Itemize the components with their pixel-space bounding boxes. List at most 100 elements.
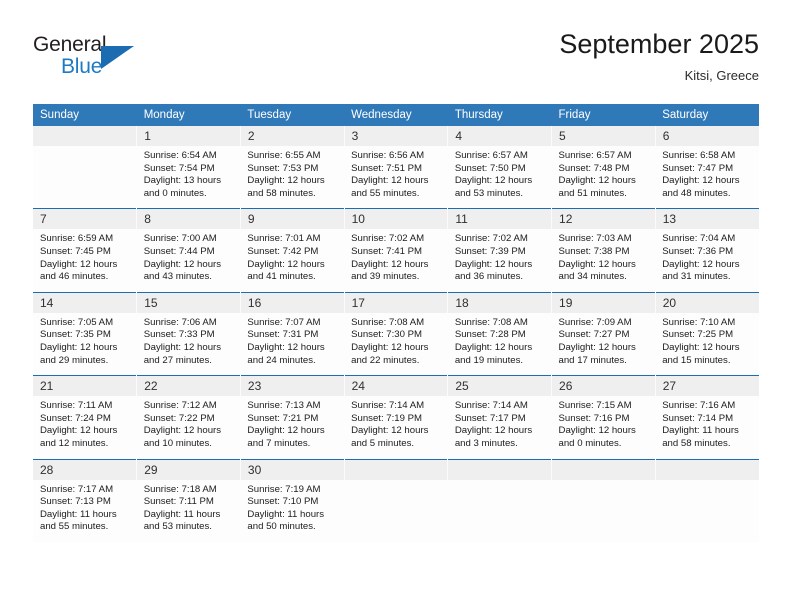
day-daylight1-text: Daylight: 13 hours xyxy=(143,175,222,187)
day-cell[interactable]: Sunrise: 7:17 AM Sunset: 7:13 PM Daylight:… xyxy=(33,479,137,542)
day-cell[interactable]: Sunrise: 7:18 AM Sunset: 7:11 PM Daylight:… xyxy=(136,479,241,542)
day-sunset-text: Sunset: 7:31 PM xyxy=(247,329,319,341)
day-number[interactable]: 3 xyxy=(344,126,449,146)
day-number[interactable]: 19 xyxy=(551,291,656,313)
day-cell[interactable]: Sunrise: 7:07 AM Sunset: 7:31 PM Daylight:… xyxy=(240,312,345,376)
day-cell[interactable]: Sunrise: 7:19 AM Sunset: 7:10 PM Daylight:… xyxy=(240,479,345,542)
day-cell[interactable]: Sunrise: 6:56 AM Sunset: 7:51 PM Daylight:… xyxy=(344,146,448,209)
day-cell[interactable]: Sunrise: 7:03 AM Sunset: 7:38 PM Daylight:… xyxy=(551,229,656,293)
week-info-row: Sunrise: 7:05 AM Sunset: 7:35 PM Daylight:… xyxy=(33,312,759,376)
day-number[interactable]: 29 xyxy=(136,458,241,480)
day-number[interactable]: 27 xyxy=(655,375,759,397)
day-number[interactable]: 10 xyxy=(344,208,449,230)
day-number[interactable]: 30 xyxy=(240,458,345,480)
day-number[interactable]: 25 xyxy=(447,375,553,397)
day-number[interactable]: 20 xyxy=(655,291,759,313)
day-daylight1-text: Daylight: 12 hours xyxy=(454,258,533,270)
day-number[interactable]: 4 xyxy=(447,126,553,146)
week-date-row: 28 29 30 xyxy=(33,458,759,480)
day-cell[interactable]: Sunrise: 6:59 AM Sunset: 7:45 PM Daylight:… xyxy=(33,229,137,293)
day-cell[interactable]: Sunrise: 6:54 AM Sunset: 7:54 PM Daylight:… xyxy=(136,146,241,209)
day-sunrise-text: Sunrise: 7:15 AM xyxy=(558,400,632,412)
day-cell[interactable]: Sunrise: 7:06 AM Sunset: 7:33 PM Daylight:… xyxy=(136,312,241,376)
week-date-row: 14 15 16 17 18 19 20 xyxy=(33,291,759,313)
day-cell[interactable]: Sunrise: 7:05 AM Sunset: 7:35 PM Daylight:… xyxy=(33,312,137,376)
day-sunset-text: Sunset: 7:16 PM xyxy=(558,412,630,424)
day-number[interactable]: 1 xyxy=(136,126,241,146)
day-number[interactable]: 14 xyxy=(33,291,138,313)
day-sunset-text: Sunset: 7:38 PM xyxy=(558,245,630,257)
day-cell[interactable]: Sunrise: 7:02 AM Sunset: 7:41 PM Daylight:… xyxy=(344,229,448,293)
day-number[interactable]: 28 xyxy=(33,458,138,480)
day-number[interactable]: 11 xyxy=(447,208,553,230)
title-block: September 2025 Kitsi, Greece xyxy=(559,28,759,84)
day-number[interactable]: 22 xyxy=(136,375,241,397)
day-sunset-text: Sunset: 7:33 PM xyxy=(143,329,215,341)
day-daylight2-text: and 31 minutes. xyxy=(662,271,731,283)
day-cell[interactable]: Sunrise: 7:00 AM Sunset: 7:44 PM Daylight:… xyxy=(136,229,241,293)
day-sunrise-text: Sunrise: 6:57 AM xyxy=(558,150,632,161)
day-cell[interactable]: Sunrise: 7:11 AM Sunset: 7:24 PM Daylight:… xyxy=(33,396,137,459)
day-cell[interactable]: Sunrise: 7:08 AM Sunset: 7:30 PM Daylight:… xyxy=(344,312,448,376)
day-cell[interactable]: Sunrise: 7:09 AM Sunset: 7:27 PM Daylight:… xyxy=(551,312,656,376)
day-cell xyxy=(551,479,656,542)
day-number[interactable]: 21 xyxy=(33,375,138,397)
weekday-header-tuesday: Tuesday xyxy=(240,104,345,126)
day-sunrise-text: Sunrise: 7:02 AM xyxy=(351,233,425,245)
page-title: September 2025 xyxy=(559,29,759,59)
day-sunrise-text: Sunrise: 6:57 AM xyxy=(454,150,528,161)
day-daylight1-text: Daylight: 12 hours xyxy=(247,425,325,437)
day-cell[interactable]: Sunrise: 7:08 AM Sunset: 7:28 PM Daylight:… xyxy=(447,312,552,376)
day-daylight2-text: and 58 minutes. xyxy=(247,187,316,199)
day-sunset-text: Sunset: 7:50 PM xyxy=(454,162,526,174)
calendar-table: Sunday Monday Tuesday Wednesday Thursday… xyxy=(33,104,759,542)
day-cell[interactable]: Sunrise: 6:57 AM Sunset: 7:50 PM Daylight:… xyxy=(447,146,552,209)
day-number[interactable]: 26 xyxy=(551,375,656,397)
day-number[interactable]: 2 xyxy=(240,126,345,146)
day-number[interactable]: 13 xyxy=(655,208,759,230)
day-cell[interactable]: Sunrise: 6:55 AM Sunset: 7:53 PM Daylight:… xyxy=(240,146,345,209)
day-daylight2-text: and 29 minutes. xyxy=(40,354,109,366)
day-number xyxy=(344,458,449,480)
day-number[interactable]: 5 xyxy=(551,126,656,146)
day-cell[interactable]: Sunrise: 6:58 AM Sunset: 7:47 PM Daylight:… xyxy=(655,146,759,209)
weekday-header-monday: Monday xyxy=(136,104,241,126)
day-cell[interactable]: Sunrise: 7:02 AM Sunset: 7:39 PM Daylight:… xyxy=(447,229,552,293)
weekday-header-wednesday: Wednesday xyxy=(344,104,448,126)
day-number xyxy=(33,126,138,146)
day-daylight2-text: and 0 minutes. xyxy=(143,187,207,199)
day-daylight2-text: and 7 minutes. xyxy=(247,437,311,449)
week-info-row: Sunrise: 7:17 AM Sunset: 7:13 PM Daylight:… xyxy=(33,479,759,542)
day-cell[interactable]: Sunrise: 7:16 AM Sunset: 7:14 PM Daylight:… xyxy=(655,396,759,459)
day-cell[interactable]: Sunrise: 7:14 AM Sunset: 7:19 PM Daylight:… xyxy=(344,396,448,459)
general-blue-logo[interactable]: General Blue xyxy=(33,33,173,89)
day-number[interactable]: 24 xyxy=(344,375,449,397)
day-sunset-text: Sunset: 7:21 PM xyxy=(247,412,319,424)
day-cell[interactable]: Sunrise: 7:15 AM Sunset: 7:16 PM Daylight:… xyxy=(551,396,656,459)
day-sunrise-text: Sunrise: 7:04 AM xyxy=(662,233,736,245)
day-cell[interactable]: Sunrise: 7:12 AM Sunset: 7:22 PM Daylight:… xyxy=(136,396,241,459)
day-cell[interactable]: Sunrise: 7:04 AM Sunset: 7:36 PM Daylight:… xyxy=(655,229,759,293)
day-number[interactable]: 18 xyxy=(447,291,553,313)
day-sunrise-text: Sunrise: 6:58 AM xyxy=(662,150,736,161)
day-cell[interactable]: Sunrise: 7:01 AM Sunset: 7:42 PM Daylight:… xyxy=(240,229,345,293)
day-daylight1-text: Daylight: 12 hours xyxy=(40,341,118,353)
day-number[interactable]: 16 xyxy=(240,291,345,313)
day-sunrise-text: Sunrise: 7:14 AM xyxy=(351,400,425,412)
day-number[interactable]: 7 xyxy=(33,208,138,230)
day-number[interactable]: 12 xyxy=(551,208,656,230)
day-number[interactable]: 23 xyxy=(240,375,345,397)
day-number[interactable]: 17 xyxy=(344,291,449,313)
day-sunrise-text: Sunrise: 7:19 AM xyxy=(247,483,321,495)
day-cell[interactable]: Sunrise: 7:10 AM Sunset: 7:25 PM Daylight:… xyxy=(655,312,759,376)
day-sunset-text: Sunset: 7:25 PM xyxy=(662,329,734,341)
day-daylight1-text: Daylight: 11 hours xyxy=(662,425,739,437)
day-sunset-text: Sunset: 7:45 PM xyxy=(40,245,111,257)
day-cell[interactable]: Sunrise: 6:57 AM Sunset: 7:48 PM Daylight:… xyxy=(551,146,656,209)
day-number[interactable]: 6 xyxy=(655,126,759,146)
day-cell[interactable]: Sunrise: 7:14 AM Sunset: 7:17 PM Daylight:… xyxy=(447,396,552,459)
day-cell[interactable]: Sunrise: 7:13 AM Sunset: 7:21 PM Daylight:… xyxy=(240,396,345,459)
day-number[interactable]: 8 xyxy=(136,208,241,230)
day-number[interactable]: 9 xyxy=(240,208,345,230)
day-number[interactable]: 15 xyxy=(136,291,241,313)
